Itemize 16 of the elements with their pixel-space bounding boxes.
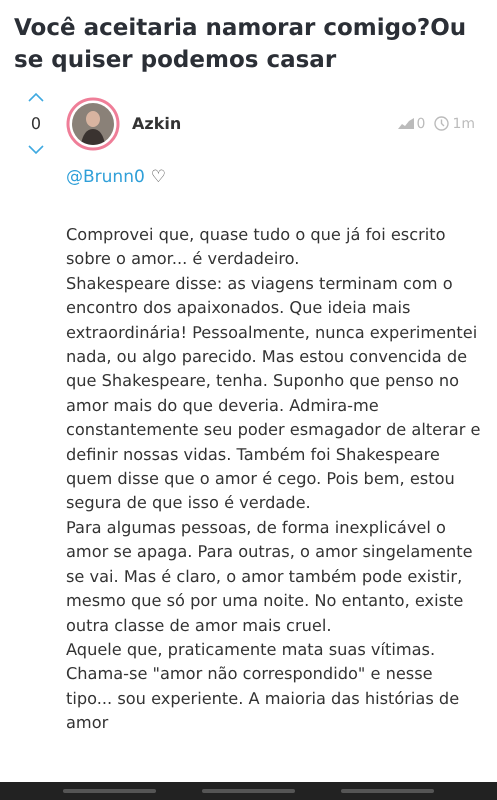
post-time: 1m: [452, 116, 475, 132]
avatar[interactable]: [66, 96, 120, 150]
downvote-icon[interactable]: [27, 145, 45, 155]
post-paragraph: Para algumas pessoas, de forma inexplicável o amor se apaga. Para outras, o amor singelamente se vai. Mas é claro, o amor também pode existir, mesmo que só por uma noite. No entanto, existe outra classe de amor mais cruel.: [66, 516, 474, 636]
heart-icon: ♡: [150, 167, 166, 187]
vote-count: 0: [30, 114, 42, 133]
post-paragraph: Chama-se "amor não correspondido" e nesse tipo... sou experiente. A maioria das histórias de amor: [66, 663, 460, 734]
view-count: 0: [416, 116, 426, 132]
post-paragraph: Shakespeare disse: as viagens terminam com o encontro dos apaixonados. Que ideia mais extraordinária! Pessoalmente, nunca experimentei nada, ou algo parecido. Mas estou convencida de que Shakespeare, tenha. Suponho que penso no amor mais do que deveria. Admira-me constantemente seu poder esmagador de alterar e definir nossas vidas. Também foi Shakespeare quem disse que o amor é cego. Pois bem, estou segura de que isso é verdade.: [66, 272, 481, 514]
post-paragraph: Aquele que, praticamente mata suas vítimas.: [66, 638, 436, 661]
author-name[interactable]: Azkin: [132, 114, 182, 133]
chart-icon: [398, 118, 414, 129]
post-paragraph: Comprovei que, quase tudo o que já foi escrito sobre o amor... é verdadeiro.: [66, 224, 447, 270]
post-title: Você aceitaria namorar comigo?Ou se quiser podemos casar: [13, 14, 468, 75]
upvote-icon[interactable]: [27, 92, 45, 102]
clock-icon: [434, 116, 450, 131]
